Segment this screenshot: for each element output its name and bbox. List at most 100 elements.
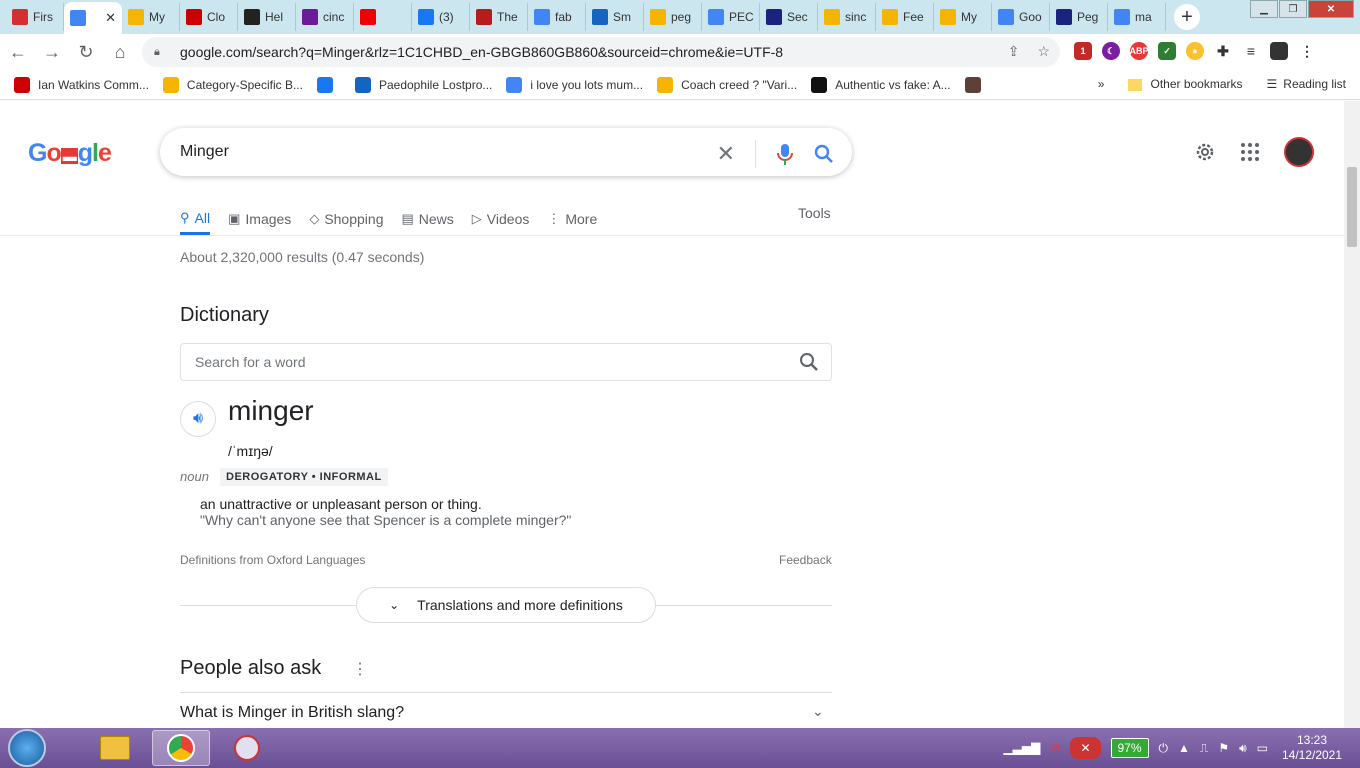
search-box[interactable]: Minger ✕ <box>160 128 852 176</box>
speaker-icon[interactable]: 🔊︎ <box>180 401 216 437</box>
tab-8[interactable]: The <box>470 3 528 31</box>
search-icon[interactable] <box>814 144 834 164</box>
tab-strip: Firs ✕ My Clo Hel cinc (3) The fab Sm peg PEC Sec sin… <box>0 0 1360 34</box>
forward-button[interactable]: → <box>36 38 68 66</box>
extension-moon-icon[interactable]: ☾ <box>1102 42 1120 60</box>
more-options-icon[interactable]: ⋮ <box>352 659 368 679</box>
show-hidden-icons[interactable]: ▲ <box>1178 741 1190 755</box>
tab-11[interactable]: peg <box>644 3 702 31</box>
bookmark-0[interactable]: Ian Watkins Comm... <box>14 76 149 93</box>
tab-more[interactable]: ⋮ More <box>547 203 597 235</box>
menu-icon[interactable]: ⋮ <box>1298 42 1316 60</box>
reading-list-button[interactable]: ☰ Reading list <box>1267 77 1346 91</box>
tools-button[interactable]: Tools <box>798 205 831 221</box>
clock[interactable]: 13:23 14/12/2021 <box>1278 733 1346 763</box>
bookmark-star-icon[interactable]: ☆ <box>1037 43 1050 60</box>
tab-1[interactable]: ✕ <box>64 2 122 34</box>
close-tab-icon[interactable]: ✕ <box>105 10 116 26</box>
power-icon[interactable]: ⏻ <box>1159 741 1169 756</box>
bookmark-1[interactable]: Category-Specific B... <box>162 76 303 93</box>
back-button[interactable]: ← <box>2 38 34 66</box>
usb-icon[interactable]: ⎍ <box>1200 741 1208 756</box>
tab-3[interactable]: Clo <box>180 3 238 31</box>
tab-0[interactable]: Firs <box>6 3 64 31</box>
microphone-icon[interactable] <box>776 142 794 166</box>
close-window-button[interactable]: ✕ <box>1308 0 1354 18</box>
tab-label: Sec <box>787 10 808 24</box>
share-icon[interactable]: ⇪ <box>1008 43 1020 60</box>
tab-18[interactable]: Peg <box>1050 3 1108 31</box>
tab-7[interactable]: (3) <box>412 3 470 31</box>
reload-button[interactable]: ↻ <box>70 38 102 66</box>
bookmark-label: Coach creed ? "Vari... <box>681 77 798 92</box>
more-definitions-button[interactable]: ⌄ Translations and more definitions <box>356 587 656 623</box>
search-input[interactable]: Minger <box>180 143 229 161</box>
tab-5[interactable]: cinc <box>296 3 354 31</box>
tab-19[interactable]: ma <box>1108 3 1166 31</box>
dictionary-search-input[interactable]: Search for a word <box>180 343 832 381</box>
bookmark-6[interactable]: Authentic vs fake: A... <box>811 76 951 93</box>
scrollbar[interactable] <box>1344 101 1360 728</box>
address-bar[interactable]: 🔒︎ google.com/search?q=Minger&rlz=1C1CHB… <box>142 37 1060 67</box>
lock-icon[interactable]: 🔒︎ <box>154 46 168 59</box>
tab-16[interactable]: My <box>934 3 992 31</box>
bookmark-5[interactable]: Coach creed ? "Vari... <box>657 76 798 93</box>
tab-videos[interactable]: ▷ Videos <box>472 203 530 235</box>
paa-question[interactable]: What is Minger in British slang? <box>180 704 404 722</box>
other-bookmarks-folder[interactable]: Other bookmarks <box>1128 77 1243 91</box>
home-button[interactable]: ⌂ <box>104 38 136 66</box>
tab-15[interactable]: Fee <box>876 3 934 31</box>
volume-icon[interactable]: 🔊︎ <box>1239 741 1247 756</box>
extension-check-icon[interactable]: ✓ <box>1158 42 1176 60</box>
bookmark-2[interactable] <box>316 76 341 93</box>
clear-icon[interactable]: ✕ <box>717 141 735 167</box>
settings-gear-icon[interactable] <box>1194 141 1216 163</box>
tab-17[interactable]: Goo <box>992 3 1050 31</box>
tab-4[interactable]: Hel <box>238 3 296 31</box>
extension-shield-icon[interactable]: 1 <box>1074 42 1092 60</box>
adblock-icon[interactable]: ABP <box>1130 42 1149 60</box>
apps-grid-icon[interactable] <box>1240 142 1260 162</box>
tab-9[interactable]: fab <box>528 3 586 31</box>
tab-news[interactable]: ▤ News <box>401 203 453 235</box>
bookmark-3[interactable]: Paedophile Lostpro... <box>354 76 492 93</box>
tab-12[interactable]: PEC <box>702 3 760 31</box>
tab-images[interactable]: ▣ Images <box>228 203 291 235</box>
tab-6[interactable] <box>354 3 412 31</box>
puzzle-icon[interactable]: ✚ <box>1214 42 1232 60</box>
tray-app-icon[interactable]: ✕ <box>1070 737 1101 759</box>
chrome-taskbar-icon[interactable] <box>152 730 210 766</box>
feedback-link[interactable]: Feedback <box>779 553 832 567</box>
flag-icon[interactable]: ⚑ <box>1218 741 1229 755</box>
tab-2[interactable]: My <box>122 3 180 31</box>
bookmark-4[interactable]: i love you lots mum... <box>506 76 643 93</box>
tab-shopping[interactable]: ◇ Shopping <box>309 203 383 235</box>
tab-10[interactable]: Sm <box>586 3 644 31</box>
network-signal-icon[interactable]: ▁▃▅▇ <box>1003 741 1040 755</box>
maximize-button[interactable]: ❐ <box>1279 0 1307 18</box>
minimize-button[interactable]: ▁ <box>1250 0 1278 18</box>
tab-14[interactable]: sinc <box>818 3 876 31</box>
scrollbar-thumb[interactable] <box>1347 167 1357 247</box>
file-explorer-icon[interactable] <box>86 730 144 766</box>
definition-source-link[interactable]: Definitions from Oxford Languages <box>180 553 365 567</box>
chevron-down-icon[interactable]: ⌄ <box>812 703 824 720</box>
start-button[interactable] <box>8 729 46 767</box>
new-tab-button[interactable]: + <box>1174 4 1200 30</box>
paint-icon[interactable] <box>218 730 276 766</box>
battery-indicator[interactable]: 97% <box>1110 738 1149 758</box>
media-icon[interactable]: ≡ <box>1242 42 1260 60</box>
security-icon[interactable]: ⊘ <box>1050 741 1060 755</box>
tab-favicon-icon <box>998 9 1014 25</box>
bookmark-7[interactable] <box>964 76 989 93</box>
avatar[interactable] <box>1284 137 1314 167</box>
bookmarks-overflow-button[interactable]: » <box>1098 77 1105 91</box>
display-icon[interactable]: ▭ <box>1257 741 1268 755</box>
extension-circle-icon[interactable]: ● <box>1186 42 1204 60</box>
tab-13[interactable]: Sec <box>760 3 818 31</box>
profile-icon[interactable] <box>1270 42 1288 60</box>
google-logo[interactable]: Go ▬gle <box>28 139 112 168</box>
tab-label: Fee <box>903 10 924 24</box>
tab-all[interactable]: ⚲ All <box>180 203 211 235</box>
search-icon[interactable] <box>799 352 819 372</box>
